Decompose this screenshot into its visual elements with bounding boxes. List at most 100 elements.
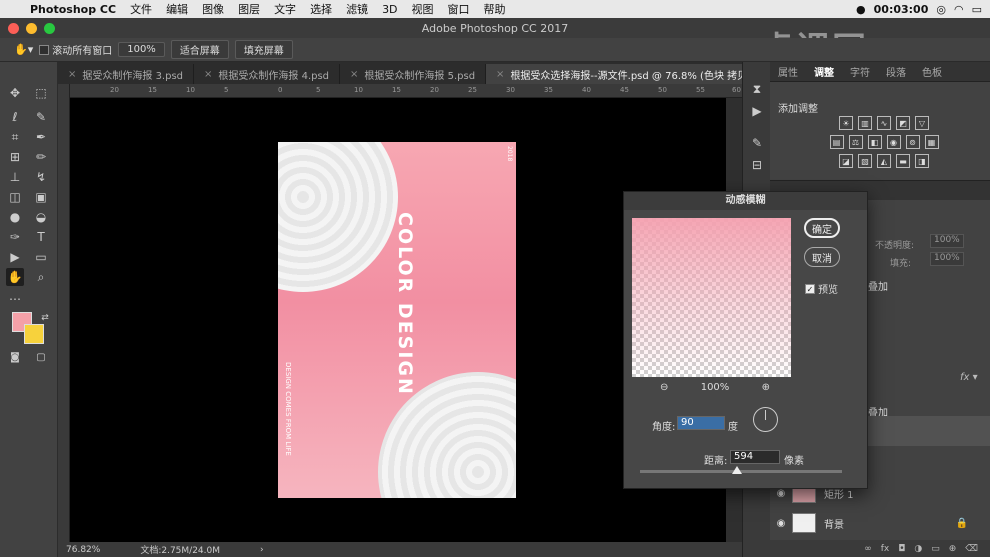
tab-doc-5[interactable]: × 根据受众制作海报 5.psd [340,64,487,84]
add-mask-icon[interactable]: ◘ [898,544,905,554]
cancel-button[interactable]: 取消 [804,247,840,267]
record-icon[interactable]: ● [856,3,866,16]
eraser-tool-icon[interactable]: ◫ [6,188,24,206]
levels-icon[interactable]: ▥ [858,116,872,130]
zoom-in-icon[interactable]: ⊕ [762,382,770,393]
photo-filter-icon[interactable]: ◉ [886,135,901,149]
minimize-window-button[interactable] [26,22,37,34]
menu-3d[interactable]: 3D [382,3,397,16]
fit-screen-button[interactable]: 适合屏幕 [170,40,229,59]
zoom-window-button[interactable] [44,22,55,34]
menu-window[interactable]: 窗口 [448,1,470,17]
quick-select-tool-icon[interactable]: ✎ [32,108,50,126]
zoom-100-button[interactable]: 100% [118,42,165,57]
more-tools-icon[interactable]: ⋯ [6,290,24,308]
tab-doc-3[interactable]: × 据受众制作海报 3.psd [58,64,195,84]
healing-tool-icon[interactable]: ⊞ [6,148,24,166]
layer-row[interactable]: ◉ 背景 🔒 [770,508,990,538]
move-tool-icon[interactable]: ✥ [6,84,24,102]
angle-input[interactable]: 90 [677,416,725,430]
preview-checkbox[interactable]: ✓ 预览 [805,281,838,296]
distance-input[interactable]: 594 [730,450,780,464]
slider-knob[interactable] [732,466,742,474]
curves-icon[interactable]: ∿ [877,116,891,130]
swap-colors-icon[interactable]: ⇄ [36,309,54,327]
menu-layer[interactable]: 图层 [238,1,260,17]
type-tool-icon[interactable]: T [32,228,50,246]
menu-select[interactable]: 选择 [310,1,332,17]
scroll-all-windows-checkbox[interactable]: 滚动所有窗口 [39,42,112,57]
battery-icon[interactable]: ▭ [972,3,982,16]
selected-layer-row[interactable] [860,416,990,446]
history-brush-icon[interactable]: ↯ [32,168,50,186]
status-arrow-icon[interactable]: › [260,545,264,555]
stamp-tool-icon[interactable]: ⊥ [6,168,24,186]
crop-tool-icon[interactable]: ⌗ [6,128,24,146]
gradient-map-icon[interactable]: ▬ [896,154,910,168]
selective-color-icon[interactable]: ◨ [915,154,929,168]
screen-mode-icon[interactable]: ▢ [32,348,50,366]
tab-adjustments[interactable]: 调整 [806,64,842,79]
path-select-tool-icon[interactable]: ▶ [6,248,24,266]
tab-paragraph[interactable]: 段落 [878,64,914,79]
fill-screen-button[interactable]: 填充屏幕 [234,40,293,59]
wechat-icon[interactable]: ◎ [936,3,946,16]
menu-image[interactable]: 图像 [202,1,224,17]
exposure-icon[interactable]: ◩ [896,116,910,130]
fx-icon[interactable]: fx ▾ [960,372,978,383]
hand-tool-icon-active[interactable]: ✋ [6,268,24,286]
close-tab-icon[interactable]: × [204,69,212,80]
hue-saturation-icon[interactable]: ▤ [829,135,844,149]
tab-character[interactable]: 字符 [842,64,878,79]
angle-dial[interactable] [753,407,778,432]
delete-layer-icon[interactable]: ⌫ [965,544,978,554]
new-layer-icon[interactable]: ⊕ [949,544,957,554]
eye-icon[interactable]: ◉ [770,488,792,499]
close-tab-icon[interactable]: × [350,69,358,80]
pen-tool-icon[interactable]: ✑ [6,228,24,246]
brightness-icon[interactable]: ☀ [839,116,853,130]
tab-doc-4[interactable]: × 根据受众制作海报 4.psd [194,64,341,84]
app-menu[interactable]: Photoshop CC [30,3,116,16]
channel-mixer-icon[interactable]: ⊚ [905,135,920,149]
lasso-tool-icon[interactable]: ℓ [6,108,24,126]
close-tab-icon[interactable]: × [68,69,76,80]
vibrance-icon[interactable]: ▽ [915,116,929,130]
rectangle-tool-icon[interactable]: ▭ [32,248,50,266]
marquee-tool-icon[interactable]: ⬚ [32,84,50,102]
link-layers-icon[interactable]: ∞ [864,544,872,554]
eyedropper-tool-icon[interactable]: ✒ [32,128,50,146]
invert-icon[interactable]: ◪ [839,154,853,168]
new-adjustment-icon[interactable]: ◑ [914,544,922,554]
color-lookup-icon[interactable]: ▦ [924,135,939,149]
status-zoom[interactable]: 76.82% [66,545,100,555]
brush-tool-icon[interactable]: ✏ [32,148,50,166]
dodge-tool-icon[interactable]: ◒ [32,208,50,226]
background-color-swatch[interactable] [24,324,44,344]
wifi-icon[interactable]: ◠ [954,3,964,16]
add-style-icon[interactable]: fx [881,544,890,554]
opacity-field[interactable]: 100% [930,234,964,248]
tab-properties[interactable]: 属性 [770,64,806,79]
ok-button[interactable]: 确定 [804,218,840,238]
close-tab-icon[interactable]: × [496,69,504,80]
menu-edit[interactable]: 编辑 [166,1,188,17]
close-window-button[interactable] [8,22,19,34]
history-icon[interactable]: ⧗ [748,82,766,100]
zoom-out-icon[interactable]: ⊖ [660,382,668,393]
black-white-icon[interactable]: ◧ [867,135,882,149]
hand-tool-icon[interactable]: ✋▾ [14,43,33,56]
tab-swatches[interactable]: 色板 [914,64,950,79]
brush-settings-icon[interactable]: ✎ [748,136,766,154]
zoom-tool-icon[interactable]: ⌕ [32,268,50,286]
filter-preview[interactable] [632,218,791,377]
color-balance-icon[interactable]: ⚖ [848,135,863,149]
gradient-tool-icon[interactable]: ▣ [32,188,50,206]
menu-view[interactable]: 视图 [412,1,434,17]
threshold-icon[interactable]: ◭ [877,154,891,168]
menu-file[interactable]: 文件 [130,1,152,17]
menu-type[interactable]: 文字 [274,1,296,17]
menu-filter[interactable]: 滤镜 [346,1,368,17]
eye-icon[interactable]: ◉ [770,518,792,529]
distance-slider[interactable] [640,466,842,474]
